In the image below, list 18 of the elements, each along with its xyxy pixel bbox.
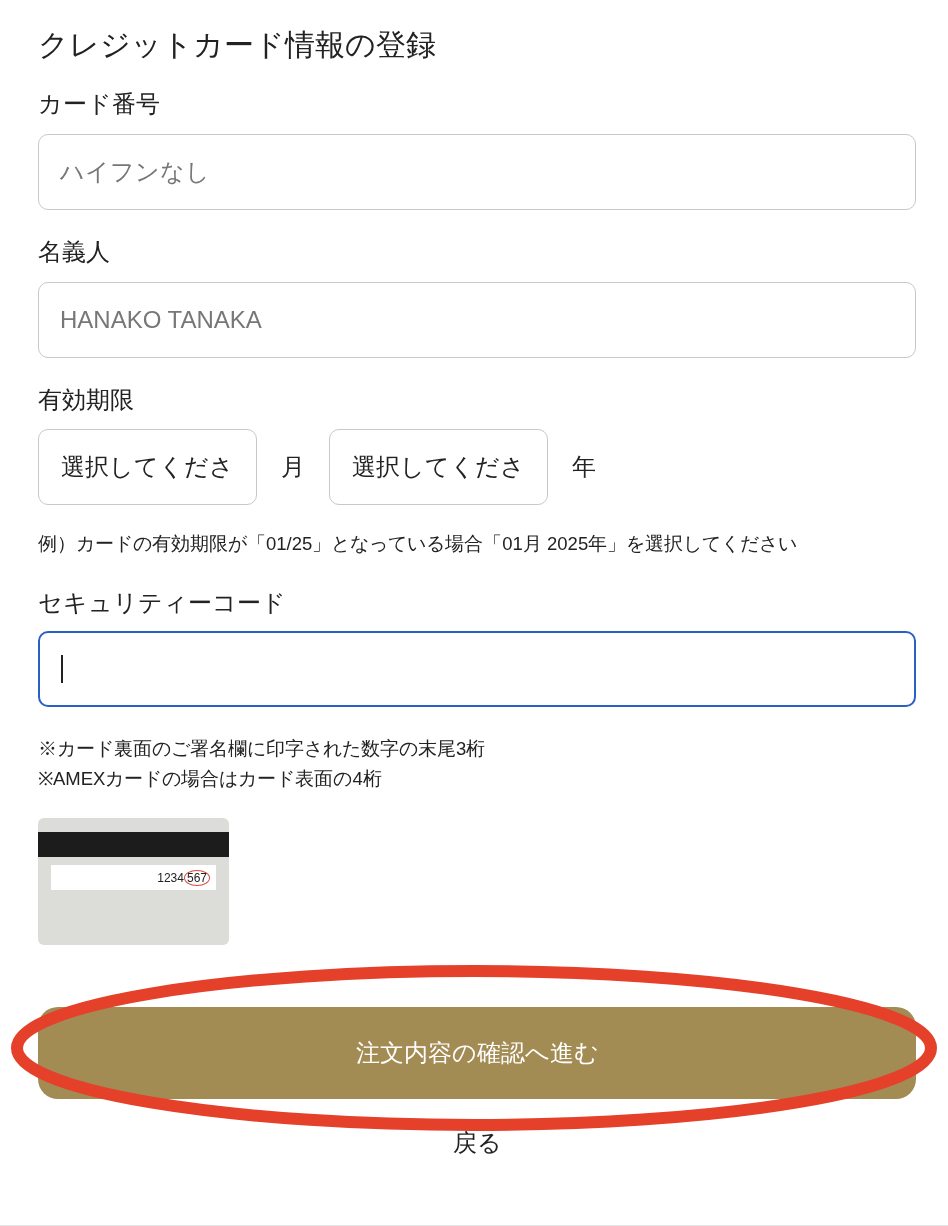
select-field[interactable]: 選択してくださ (38, 429, 257, 505)
security-note: ※カード裏面のご署名欄に印字された数字の末尾3桁 (38, 737, 487, 761)
field-label: カード番号 (38, 89, 161, 119)
text-caret (61, 655, 63, 683)
input-field[interactable]: ハイフンなし (38, 134, 916, 210)
sample-digits: 1234 (157, 869, 184, 887)
field-label: 有効期限 (38, 385, 135, 415)
unit-label: 年 (572, 452, 596, 482)
security-note: ※AMEXカードの場合はカード表面の4桁 (38, 767, 383, 791)
expiry-example: 例）カードの有効期限が「01/25」となっている場合「01月 2025年」を選択してください (38, 532, 799, 556)
field-label: セキュリティーコード (38, 588, 287, 618)
page-title: クレジットカード情報の登録 (38, 27, 437, 63)
input-field[interactable] (38, 631, 916, 707)
input-field[interactable]: HANAKO TANAKA (38, 282, 916, 358)
field-label: 名義人 (38, 237, 111, 267)
select-field[interactable]: 選択してくださ (329, 429, 548, 505)
back-link[interactable]: 戻る (452, 1127, 502, 1159)
unit-label: 月 (281, 452, 305, 482)
